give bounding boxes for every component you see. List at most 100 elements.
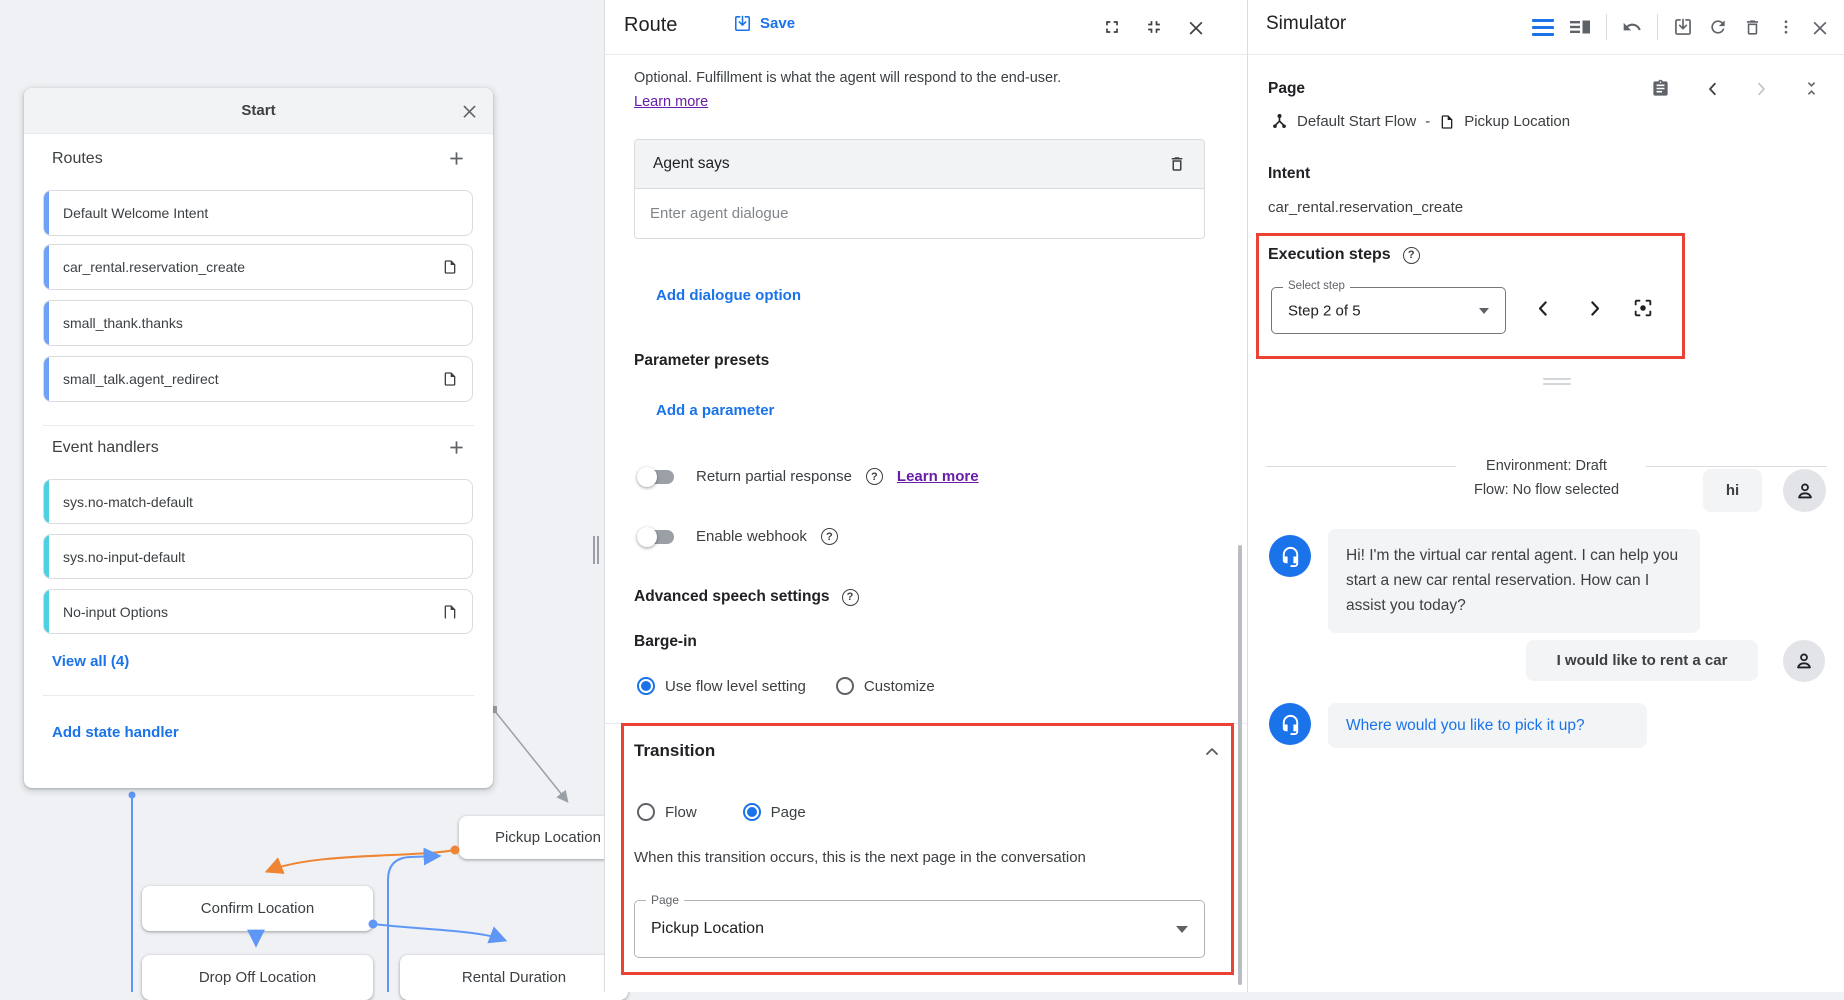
close-icon[interactable] [1186, 17, 1206, 37]
step-forward-icon[interactable] [1752, 80, 1770, 98]
simulator-panel: Simulator [1247, 0, 1844, 992]
help-icon[interactable]: ? [1403, 247, 1420, 264]
section-divider [43, 425, 474, 426]
panel-resize-handle[interactable] [593, 536, 595, 564]
trash-icon[interactable] [1168, 155, 1186, 173]
customize-label: Customize [864, 678, 935, 695]
next-step-icon[interactable] [1584, 298, 1605, 319]
add-event-handler-icon[interactable] [446, 437, 467, 458]
learn-more-link[interactable]: Learn more [634, 94, 708, 110]
route-panel-scrollbar[interactable] [1238, 545, 1242, 985]
help-icon[interactable]: ? [821, 528, 838, 545]
route-panel-header: Route Save [605, 0, 1247, 55]
chevron-up-icon[interactable] [1202, 742, 1222, 762]
exit-fullscreen-icon[interactable] [1144, 17, 1164, 37]
chat-resize-handle[interactable] [1543, 383, 1571, 385]
agent-message-bubble: Hi! I'm the virtual car rental agent. I … [1328, 529, 1700, 633]
user-message-text: hi [1726, 482, 1739, 499]
add-parameter-link[interactable]: Add a parameter [656, 402, 774, 419]
agent-says-header: Agent says [635, 140, 1204, 189]
fulfillment-hint-text: Optional. Fulfillment is what the agent … [634, 70, 1194, 86]
page-select-label: Page [646, 893, 684, 907]
route-panel-title: Route [624, 14, 677, 37]
barge-in-options: Use flow level setting Customize [637, 677, 935, 695]
route-item[interactable]: small_talk.agent_redirect [43, 356, 473, 402]
agent-message-link-text[interactable]: Where would you like to pick it up? [1346, 717, 1585, 735]
agent-dialogue-input[interactable] [650, 205, 1189, 222]
save-session-icon[interactable] [1673, 17, 1693, 37]
breadcrumb-flow-name[interactable]: Default Start Flow [1297, 113, 1416, 130]
enable-webhook-row: Enable webhook ? [640, 528, 838, 545]
more-options-icon[interactable] [1777, 18, 1795, 36]
enable-webhook-toggle[interactable] [640, 530, 674, 544]
route-accent [44, 245, 49, 289]
breadcrumb: Default Start Flow - Pickup Location [1271, 113, 1570, 130]
event-handler-accent [44, 590, 49, 633]
toolbar-divider [1606, 14, 1607, 40]
agent-says-block: Agent says [634, 139, 1205, 239]
page-icon [442, 259, 458, 275]
routes-section-label: Routes [52, 150, 103, 168]
route-item-label: small_thank.thanks [63, 315, 458, 331]
panel-resize-handle[interactable] [597, 536, 599, 564]
trash-icon[interactable] [1743, 18, 1762, 37]
node-label: Rental Duration [462, 969, 566, 986]
close-icon[interactable] [1810, 17, 1830, 37]
collapse-icon[interactable] [1802, 79, 1821, 98]
customize-radio[interactable] [836, 677, 854, 695]
save-icon [733, 14, 752, 33]
route-item-label: small_talk.agent_redirect [63, 371, 442, 387]
reset-icon[interactable] [1708, 17, 1728, 37]
page-icon [442, 371, 458, 387]
event-handler-item[interactable]: sys.no-input-default [43, 534, 473, 579]
start-panel-header: Start [24, 88, 493, 134]
side-panel-view-icon[interactable] [1569, 18, 1591, 36]
help-icon[interactable]: ? [842, 589, 859, 606]
route-item-label: Default Welcome Intent [63, 205, 458, 221]
clipboard-icon[interactable] [1651, 79, 1670, 98]
agent-says-title: Agent says [653, 155, 1168, 173]
agent-avatar-headset-icon [1269, 535, 1311, 577]
previous-step-icon[interactable] [1533, 298, 1554, 319]
add-state-handler-link[interactable]: Add state handler [52, 724, 179, 741]
user-avatar [1783, 469, 1826, 512]
view-all-link[interactable]: View all (4) [52, 653, 129, 670]
help-icon[interactable]: ? [866, 468, 883, 485]
transition-flow-radio[interactable] [637, 803, 655, 821]
route-item[interactable]: car_rental.reservation_create [43, 244, 473, 290]
event-handler-item[interactable]: No-input Options [43, 589, 473, 634]
use-flow-level-radio[interactable] [637, 677, 655, 695]
flow-node-rental-duration[interactable]: Rental Duration [400, 955, 628, 1000]
node-label: Confirm Location [201, 900, 314, 917]
chat-resize-handle[interactable] [1543, 378, 1571, 380]
transition-page-radio[interactable] [743, 803, 761, 821]
advanced-speech-settings-heading: Advanced speech settings [634, 588, 830, 606]
return-partial-response-toggle[interactable] [640, 470, 674, 484]
step-back-icon[interactable] [1704, 80, 1722, 98]
route-item[interactable]: small_thank.thanks [43, 300, 473, 346]
close-icon[interactable] [460, 101, 479, 120]
add-dialogue-option-link[interactable]: Add dialogue option [656, 287, 801, 304]
section-divider [43, 695, 474, 696]
route-item[interactable]: Default Welcome Intent [43, 190, 473, 236]
save-button[interactable]: Save [733, 14, 795, 33]
undo-icon[interactable] [1622, 17, 1642, 37]
transition-target-options: Flow Page [637, 803, 806, 821]
flow-node-drop-off-location[interactable]: Drop Off Location [142, 955, 373, 1000]
breadcrumb-page-name[interactable]: Pickup Location [1464, 113, 1570, 130]
agent-message-text: Hi! I'm the virtual car rental agent. I … [1346, 543, 1682, 618]
return-partial-response-label: Return partial response [696, 468, 852, 485]
event-handler-label: sys.no-input-default [63, 549, 458, 565]
flow-node-confirm-location[interactable]: Confirm Location [142, 886, 373, 931]
event-handler-item[interactable]: sys.no-match-default [43, 479, 473, 524]
select-step-dropdown[interactable]: Select step Step 2 of 5 [1271, 287, 1506, 334]
transition-page-select[interactable]: Page Pickup Location [634, 900, 1205, 958]
center-focus-icon[interactable] [1632, 297, 1654, 319]
add-route-icon[interactable] [446, 148, 467, 169]
partial-response-learn-more-link[interactable]: Learn more [897, 468, 979, 485]
page-select-value: Pickup Location [651, 920, 764, 938]
fullscreen-icon[interactable] [1102, 17, 1122, 37]
chat-view-icon[interactable] [1532, 19, 1554, 36]
user-avatar [1783, 640, 1825, 682]
start-panel-title: Start [241, 102, 275, 119]
